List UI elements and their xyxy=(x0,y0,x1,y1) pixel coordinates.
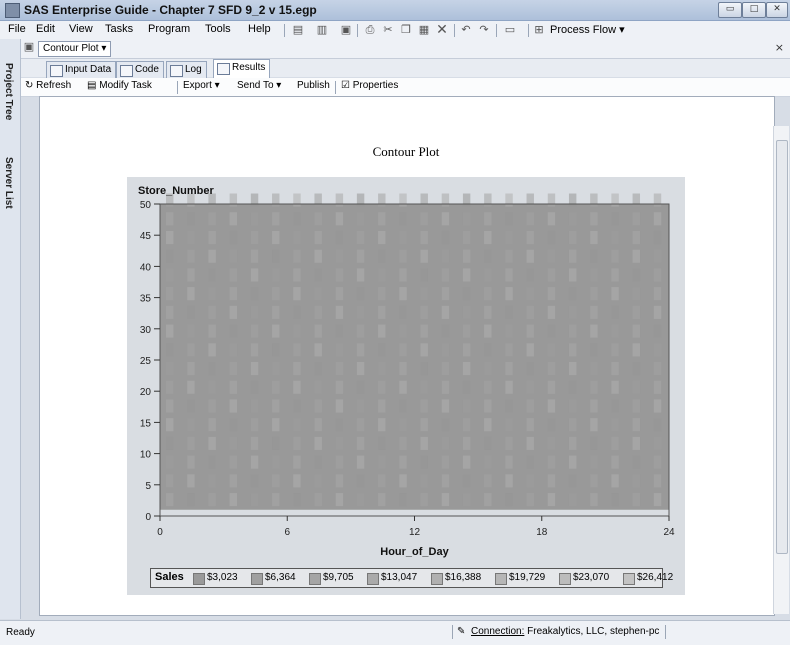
legend-label: $3,023 xyxy=(207,572,238,583)
legend-swatch xyxy=(193,573,205,585)
toolbar-separator xyxy=(454,24,455,37)
legend-label: $26,412 xyxy=(637,572,674,583)
properties-button[interactable]: ☑ Properties xyxy=(341,80,398,91)
vertical-scrollbar[interactable] xyxy=(773,126,789,614)
scrollbar-thumb[interactable] xyxy=(776,140,788,554)
toolbar-separator xyxy=(284,24,285,37)
modify-task-label: Modify Task xyxy=(99,80,152,91)
process-flow-icon: ⊞ xyxy=(534,23,544,36)
print-icon[interactable]: ⎙ xyxy=(364,24,376,36)
properties-icon: ☑ xyxy=(341,80,350,91)
log-icon xyxy=(170,65,183,77)
process-flow-label: Process Flow xyxy=(550,24,617,36)
properties-label: Properties xyxy=(352,80,399,91)
menu-tools[interactable]: Tools xyxy=(205,23,231,35)
delete-icon[interactable]: ✕ xyxy=(436,23,448,37)
legend: Sales $3,023 $6,364 $9,705 $13,047 $16,388 $1… xyxy=(150,568,673,588)
export-button[interactable]: Export ▾ xyxy=(183,80,220,91)
menu-bar: File Edit View Tasks Program Tools Help … xyxy=(0,21,790,40)
menu-view[interactable]: View xyxy=(69,23,93,35)
legend-swatch xyxy=(251,573,263,585)
close-document-button[interactable]: × xyxy=(775,41,784,54)
paste-icon[interactable]: ▦ xyxy=(418,24,430,36)
new-icon[interactable]: ▤ xyxy=(292,24,304,36)
redo-icon[interactable]: ↷ xyxy=(478,24,490,36)
maximize-button[interactable]: □ xyxy=(742,2,766,18)
project-tree-tab[interactable]: Project Tree xyxy=(3,63,14,120)
status-text: Ready xyxy=(6,627,35,638)
menu-program[interactable]: Program xyxy=(148,23,190,35)
document-bar: ▣ Contour Plot ▾ × xyxy=(21,39,790,59)
modify-task-icon: ▤ xyxy=(87,80,97,91)
document-icon: ▣ xyxy=(23,40,35,53)
minimize-button[interactable]: ▭ xyxy=(718,2,742,18)
table-icon xyxy=(50,65,63,77)
undo-icon[interactable]: ↶ xyxy=(460,24,472,36)
menu-edit[interactable]: Edit xyxy=(36,23,55,35)
connection-value: Freakalytics, LLC, stephen-pc xyxy=(527,626,660,637)
toolbar-separator xyxy=(357,24,358,37)
code-icon xyxy=(120,65,133,77)
legend-title: Sales xyxy=(155,571,184,583)
legend-label: $19,729 xyxy=(509,572,546,583)
tab-label: Results xyxy=(232,62,266,73)
tab-input-data[interactable]: Input Data xyxy=(46,61,117,78)
legend-swatch xyxy=(559,573,571,585)
menu-help[interactable]: Help xyxy=(248,23,271,35)
legend-swatch xyxy=(309,573,321,585)
connection-status[interactable]: ✎ Connection: Freakalytics, LLC, stephen… xyxy=(452,625,667,639)
refresh-icon: ↻ xyxy=(25,80,34,91)
tab-log[interactable]: Log xyxy=(166,61,207,78)
side-strip: Project Tree Server List xyxy=(0,39,21,619)
publish-button[interactable]: Publish xyxy=(297,80,330,91)
title-bar: SAS Enterprise Guide - Chapter 7 SFD 9_2… xyxy=(0,0,790,21)
toolbar-separator xyxy=(335,81,336,94)
plot-background xyxy=(127,177,685,595)
process-flow-button[interactable]: Process Flow ▾ xyxy=(550,23,625,36)
legend-label: $16,388 xyxy=(445,572,482,583)
menu-file[interactable]: File xyxy=(8,23,26,35)
tab-code[interactable]: Code xyxy=(116,61,164,78)
toolbar-separator xyxy=(528,24,529,37)
cut-icon[interactable]: ✂ xyxy=(382,24,394,36)
results-icon xyxy=(217,63,230,75)
legend-swatch xyxy=(495,573,507,585)
modify-task-button[interactable]: ▤ Modify Task xyxy=(87,80,152,91)
legend-label: $23,070 xyxy=(573,572,610,583)
tab-label: Log xyxy=(185,64,202,75)
save-icon[interactable]: ▣ xyxy=(340,24,352,36)
legend-label: $6,364 xyxy=(265,572,296,583)
legend-label: $13,047 xyxy=(381,572,418,583)
app-icon xyxy=(5,3,20,18)
tab-results[interactable]: Results xyxy=(213,59,271,78)
document-selector[interactable]: Contour Plot ▾ xyxy=(38,41,112,57)
toolbar-separator xyxy=(496,24,497,37)
tab-label: Code xyxy=(135,64,159,75)
refresh-button[interactable]: ↻ Refresh xyxy=(25,80,71,91)
window-layout-icon[interactable]: ▭ xyxy=(504,24,516,36)
close-button[interactable]: ✕ xyxy=(766,2,788,18)
connection-icon: ✎ xyxy=(457,626,466,637)
legend-swatch xyxy=(367,573,379,585)
menu-tasks[interactable]: Tasks xyxy=(105,23,133,35)
connection-label: Connection: xyxy=(471,626,525,637)
send-to-button[interactable]: Send To ▾ xyxy=(237,80,281,91)
results-toolbar: ↻ Refresh ▤ Modify Task Export ▾ Send To… xyxy=(21,78,790,97)
toolbar-separator xyxy=(177,81,178,94)
legend-swatch xyxy=(623,573,635,585)
copy-icon[interactable]: ❐ xyxy=(400,24,412,36)
plot-title: Contour Plot xyxy=(372,144,440,159)
window-title: SAS Enterprise Guide - Chapter 7 SFD 9_2… xyxy=(24,3,317,17)
status-bar: Ready ✎ Connection: Freakalytics, LLC, s… xyxy=(0,620,790,645)
tab-label: Input Data xyxy=(65,64,112,75)
refresh-label: Refresh xyxy=(36,80,72,91)
open-icon[interactable]: ▥ xyxy=(316,24,328,36)
legend-label: $9,705 xyxy=(323,572,354,583)
server-list-tab[interactable]: Server List xyxy=(3,157,14,209)
legend-swatch xyxy=(431,573,443,585)
